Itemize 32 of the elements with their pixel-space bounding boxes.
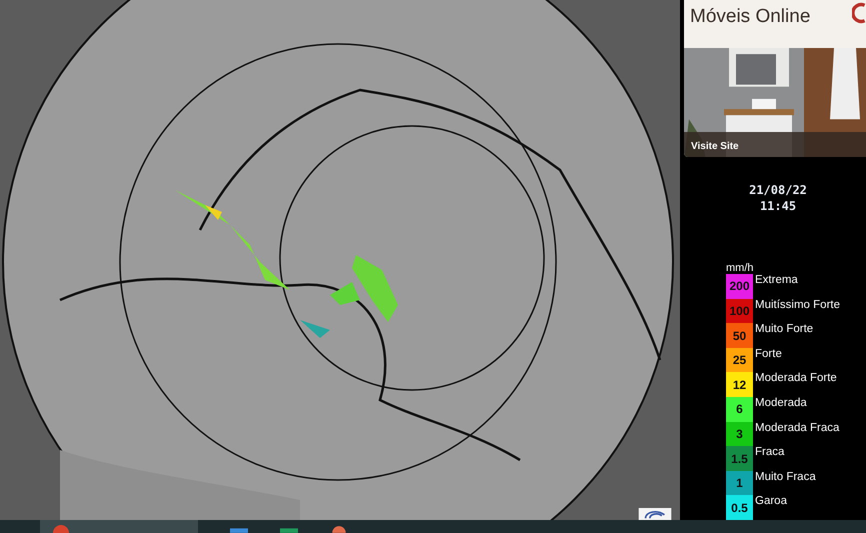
app-icon	[50, 525, 72, 533]
legend-label: Forte	[755, 348, 782, 361]
legend-swatch: 25	[726, 348, 753, 372]
legend-swatch: 3	[726, 422, 753, 446]
legend-swatch: 1.5	[726, 446, 753, 471]
legend-swatch: 1	[726, 470, 753, 496]
legend-swatch: 0.5	[726, 495, 753, 520]
legend-swatch: 6	[726, 397, 753, 422]
legend-label: Muitíssimo Forte	[755, 298, 840, 312]
legend-label: Muito Fraca	[755, 470, 816, 484]
legend-label: Fraca	[755, 446, 784, 460]
legend-label: Garoa	[755, 495, 787, 508]
legend-swatch: 50	[726, 323, 753, 348]
logo-icon	[852, 0, 866, 26]
legend-label: Moderada Fraca	[755, 422, 840, 435]
unit-label: mm/h	[726, 262, 754, 274]
ad-banner[interactable]: Móveis Online Visite Site	[684, 0, 866, 158]
legend-label: Moderada	[755, 397, 807, 410]
legend-label: Extrema	[755, 274, 798, 288]
legend-swatch: 12	[726, 372, 753, 398]
logo-icon	[636, 508, 674, 520]
app-icon[interactable]	[330, 526, 348, 533]
app-icon[interactable]	[230, 526, 248, 533]
app-icon[interactable]	[280, 526, 298, 533]
legend-label: Muito Forte	[755, 323, 814, 336]
legend-swatch: 200	[726, 274, 753, 299]
ad-heading: Móveis Online	[690, 7, 810, 26]
legend-swatch: 100	[726, 298, 753, 324]
visit-site-link[interactable]: Visite Site	[691, 140, 739, 152]
legend-label: Moderada Forte	[755, 372, 837, 386]
time-text: 11:45	[760, 198, 796, 214]
date-text: 21/08/22	[749, 182, 807, 198]
